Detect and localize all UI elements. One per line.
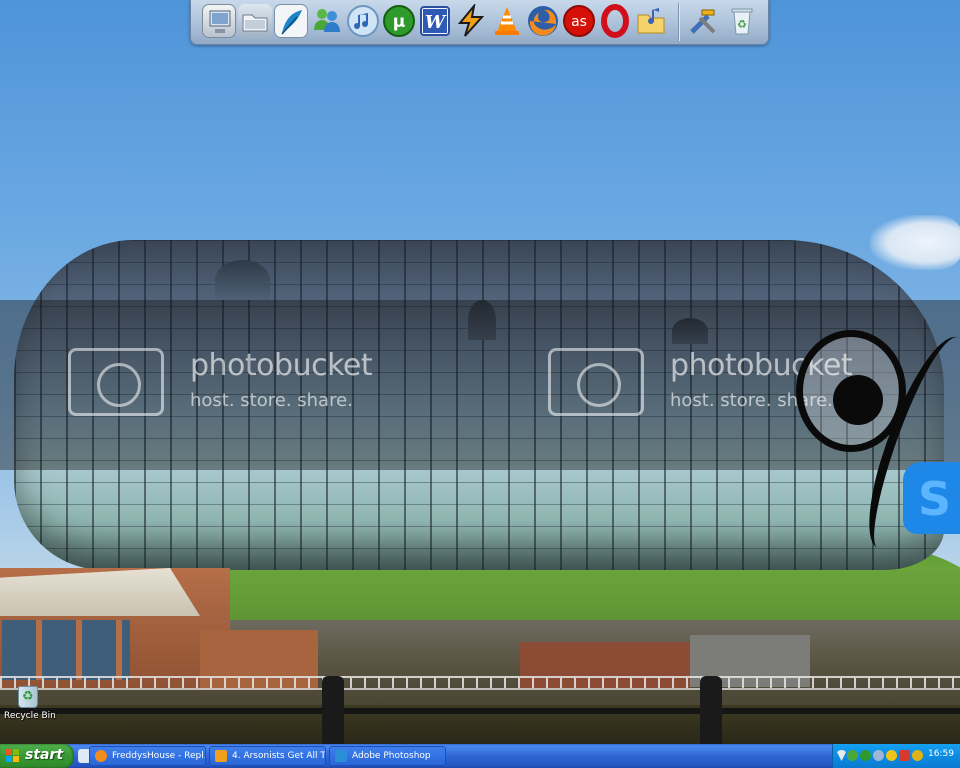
tray-security-icon[interactable] (912, 750, 923, 761)
dock-separator (678, 3, 680, 41)
tray-norton-icon[interactable] (886, 750, 897, 761)
taskbar-button-winamp[interactable]: 4. Arsonists Get All T... (209, 746, 326, 766)
my-computer-icon[interactable] (202, 4, 236, 38)
taskbar: start FreddysHouse - Repl... 4. Arsonist… (0, 744, 960, 768)
recycle-bin-icon[interactable]: ♻ (725, 4, 759, 38)
bollard (322, 676, 344, 744)
music-folder-icon[interactable] (634, 4, 668, 38)
winamp-icon (215, 750, 227, 762)
desktop-recycle-bin[interactable]: Recycle Bin (4, 682, 56, 724)
tray-utorrent-icon[interactable] (860, 750, 871, 761)
watermark-tagline: host. store. share. (190, 390, 353, 411)
taskbar-button-label: FreddysHouse - Repl... (112, 751, 206, 761)
watermark-brand: photobucket (190, 348, 373, 383)
front-rail (0, 708, 960, 714)
doodle-pupil (833, 375, 883, 425)
taskbar-button-firefox[interactable]: FreddysHouse - Repl... (89, 746, 206, 766)
word-letter: W (425, 12, 447, 33)
svg-text:♻: ♻ (737, 18, 747, 31)
photoshop-icon (335, 750, 347, 762)
railing (0, 676, 960, 690)
recycle-bin-icon (18, 686, 38, 708)
doodle-s-mark: S (918, 472, 952, 526)
firefox-icon (95, 750, 107, 762)
windows-logo-icon (6, 749, 20, 763)
vlc-icon[interactable] (490, 4, 524, 38)
tray-arrow-icon[interactable] (836, 750, 847, 761)
utorrent-icon[interactable]: µ (382, 4, 416, 38)
utorrent-letter: µ (393, 12, 406, 32)
building-windows (2, 620, 130, 680)
taskbar-button-label: Adobe Photoshop (352, 751, 431, 761)
taskbar-button-photoshop[interactable]: Adobe Photoshop (329, 746, 446, 766)
winamp-icon[interactable] (454, 2, 488, 38)
messenger-icon[interactable] (310, 4, 344, 38)
desktop-icon-label: Recycle Bin (4, 711, 56, 721)
taskbar-button-label: 4. Arsonists Get All T... (232, 751, 326, 761)
camera-icon (548, 348, 644, 416)
start-label: start (25, 747, 64, 763)
tray-alert-icon[interactable] (899, 750, 910, 761)
opera-icon[interactable]: O (598, 4, 632, 38)
opera-letter: O (615, 25, 616, 27)
tray-messenger-icon[interactable] (847, 750, 858, 761)
lastfm-letters: as (571, 14, 587, 30)
building-vent (215, 260, 270, 300)
word-icon[interactable]: W (418, 4, 452, 38)
feather-icon[interactable] (274, 4, 308, 38)
application-dock: µ W as O ♻ (190, 0, 769, 45)
bollard (700, 676, 722, 744)
start-button[interactable]: start (0, 744, 74, 768)
tray-network-icon[interactable] (873, 750, 884, 761)
taskbar-clock: 16:59 (928, 749, 954, 759)
folder-icon[interactable] (238, 4, 272, 38)
cloud (870, 215, 960, 270)
itunes-icon[interactable] (346, 4, 380, 38)
camera-icon (68, 348, 164, 416)
lastfm-icon[interactable]: as (562, 4, 596, 38)
tools-icon[interactable] (686, 4, 720, 38)
firefox-icon[interactable] (526, 4, 560, 38)
